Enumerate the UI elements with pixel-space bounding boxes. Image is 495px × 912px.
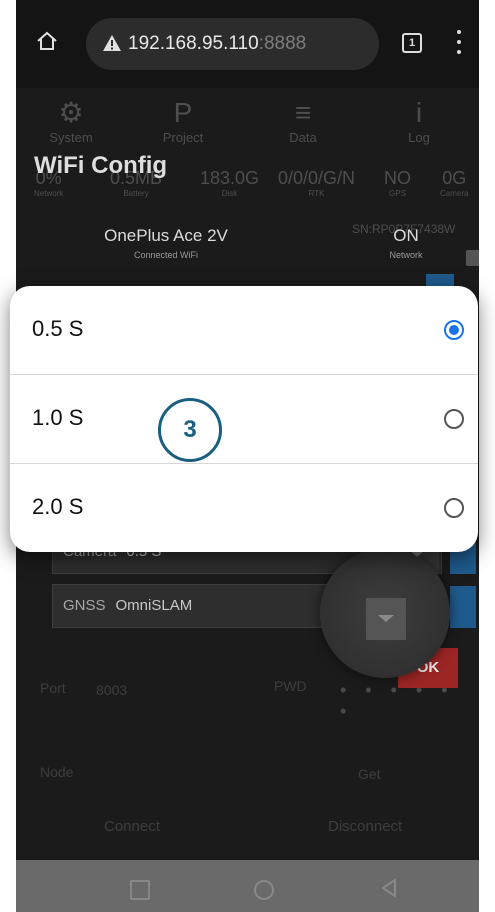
network-checkbox[interactable]: [466, 250, 479, 266]
overflow-menu-icon[interactable]: [456, 30, 462, 54]
chevron-down-icon: [366, 598, 406, 640]
tab-data[interactable]: ≡ Data: [248, 96, 358, 145]
step-number-badge: 3: [158, 398, 222, 462]
interval-options-dialog: 0.5 S 1.0 S 2.0 S: [10, 286, 478, 552]
tab-system[interactable]: ⚙ System: [16, 96, 126, 145]
node-label: Node: [40, 764, 74, 780]
radio-selected-icon[interactable]: [444, 320, 464, 340]
option-0-5s[interactable]: 0.5 S: [10, 286, 478, 374]
port-label: Port: [40, 680, 66, 696]
app-tab-bar: ⚙ System P Project ≡ Data i Log: [16, 88, 479, 158]
option-1-0s[interactable]: 1.0 S: [10, 374, 478, 462]
stat-gps: NO GPS: [384, 168, 411, 198]
info-icon: i: [415, 97, 423, 128]
pwd-label: PWD: [274, 678, 307, 694]
disconnect-button[interactable]: Disconnect: [328, 818, 402, 835]
tab-project[interactable]: P Project: [128, 96, 238, 145]
gnss-toggle[interactable]: [450, 586, 476, 628]
database-icon: ≡: [294, 97, 312, 128]
browser-toolbar: 192.168.95.110:8888 1: [16, 0, 479, 88]
stat-camera: 0G Camera: [440, 168, 469, 198]
stat-rtk: 0/0/0/G/N RTK: [278, 168, 356, 198]
connected-wifi: OnePlus Ace 2V Connected WiFi: [104, 226, 228, 260]
page-title: WiFi Config: [34, 152, 168, 179]
home-icon[interactable]: [36, 30, 58, 52]
option-2-0s[interactable]: 2.0 S: [10, 463, 478, 551]
tab-log[interactable]: i Log: [364, 96, 474, 145]
port-input[interactable]: 8003: [96, 682, 127, 698]
gear-icon: ⚙: [58, 97, 84, 128]
system-nav-bar: [16, 860, 479, 912]
recent-apps-icon[interactable]: [130, 880, 150, 900]
touch-indicator: [320, 548, 450, 678]
stat-disk: 183.0G Disk: [200, 168, 260, 198]
not-secure-warning-icon[interactable]: [102, 34, 122, 52]
radio-unselected-icon[interactable]: [444, 409, 464, 429]
network-status: ON Network: [389, 226, 423, 260]
get-button[interactable]: Get: [358, 766, 381, 782]
radio-unselected-icon[interactable]: [444, 498, 464, 518]
address-bar[interactable]: 192.168.95.110:8888: [86, 18, 379, 70]
project-icon: P: [173, 97, 193, 128]
tab-switcher-button[interactable]: 1: [402, 33, 422, 53]
home-nav-icon[interactable]: [254, 880, 274, 900]
back-icon[interactable]: [380, 878, 398, 898]
connect-button[interactable]: Connect: [104, 818, 160, 835]
url-text: 192.168.95.110:8888: [128, 33, 307, 54]
